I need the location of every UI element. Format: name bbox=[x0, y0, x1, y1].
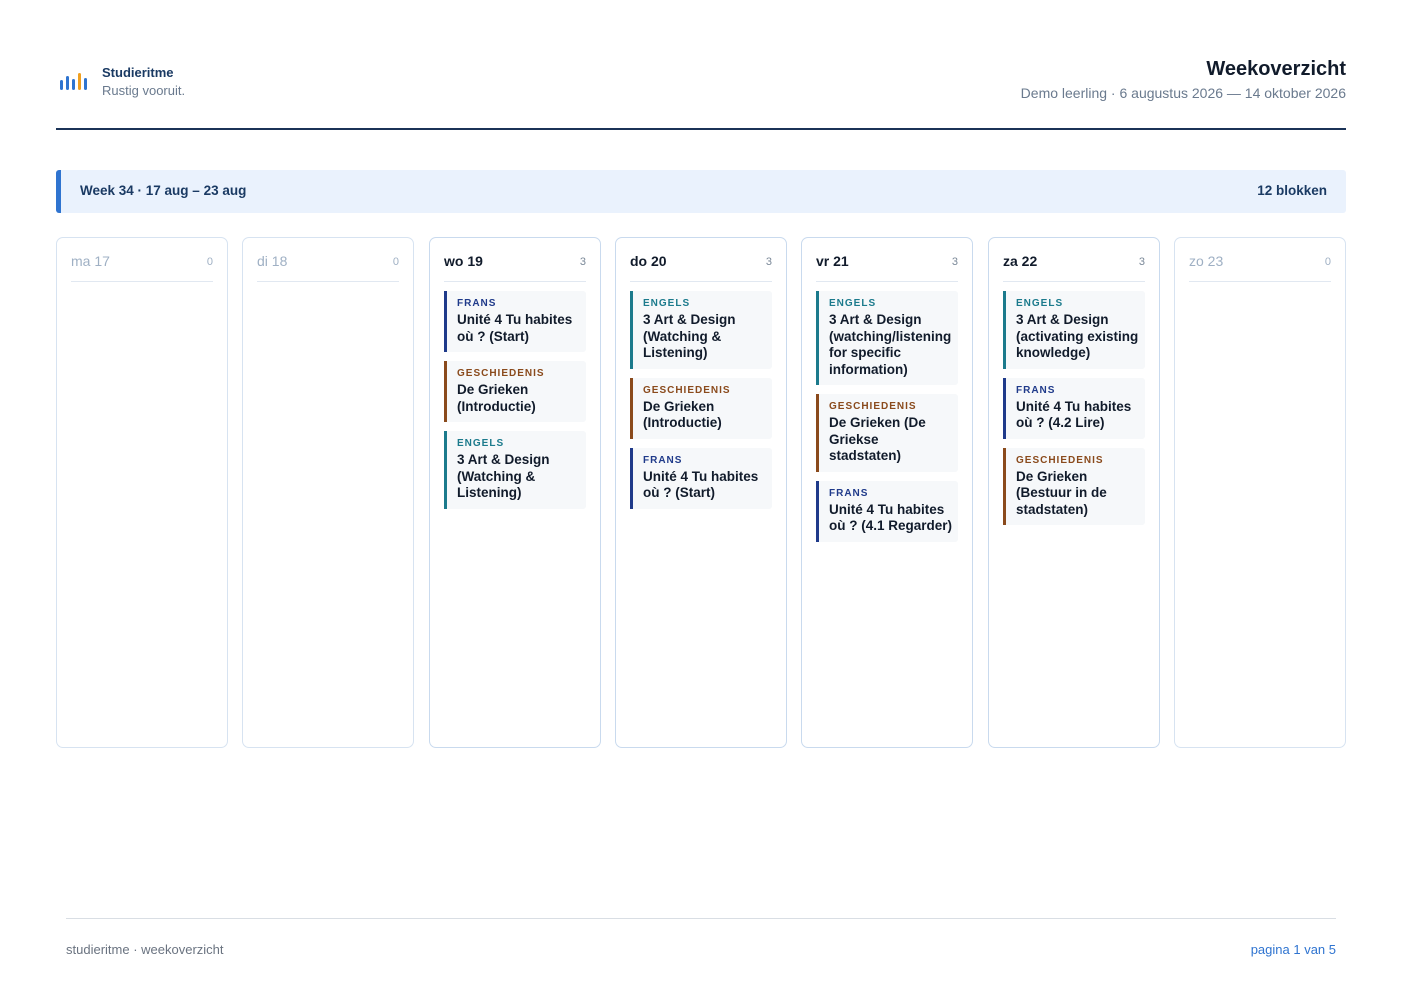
study-block: FRANS Unité 4 Tu habites où ? (Start) bbox=[444, 291, 586, 352]
study-block: FRANS Unité 4 Tu habites où ? (4.2 Lire) bbox=[1003, 377, 1145, 439]
study-block: GESCHIEDENIS De Grieken (De Griekse stads… bbox=[816, 394, 958, 472]
day-block-count: 3 bbox=[1138, 256, 1145, 268]
block-subject: FRANS bbox=[1016, 384, 1056, 396]
day-name: zo 23 bbox=[1189, 253, 1224, 269]
day-column: do 20 3 ENGELS 3 Art & Design (Watching & L… bbox=[615, 237, 787, 748]
block-subject: FRANS bbox=[643, 454, 683, 466]
day-header: zo 23 0 bbox=[1189, 238, 1331, 282]
block-title: 3 Art & Design (Watching & Listening) bbox=[643, 312, 736, 360]
study-block: ENGELS 3 Art & Design (activating existin… bbox=[1003, 291, 1145, 369]
day-block-count: 3 bbox=[951, 256, 958, 268]
day-column: ma 17 0 bbox=[56, 237, 228, 748]
page-header: Studieritme Rustig vooruit. Weekoverzich… bbox=[56, 56, 1346, 130]
block-title: Unité 4 Tu habites où ? (4.2 Lire) bbox=[1016, 398, 1132, 431]
block-subject: ENGELS bbox=[1016, 298, 1064, 309]
block-title: De Grieken (Introductie) bbox=[457, 382, 536, 414]
study-block: FRANS Unité 4 Tu habites où ? (Start) bbox=[630, 447, 772, 509]
block-title: 3 Art & Design (watching/listening for s… bbox=[829, 312, 952, 377]
study-block: GESCHIEDENIS De Grieken (Bestuur in de st… bbox=[1003, 447, 1145, 525]
day-name: ma 17 bbox=[71, 253, 110, 269]
day-column: wo 19 3 FRANS Unité 4 Tu habites où ? (Star… bbox=[429, 237, 601, 748]
page-subtitle: Demo leerling · 6 augustus 2026 — 14 okt… bbox=[1020, 85, 1346, 101]
page-footer: studieritme · weekoverzicht pagina 1 van… bbox=[66, 918, 1336, 957]
study-block: FRANS Unité 4 Tu habites où ? (4.1 Regard… bbox=[816, 480, 958, 542]
day-name: vr 21 bbox=[816, 253, 849, 269]
block-title: De Grieken (De Griekse stadstaten) bbox=[829, 415, 926, 463]
day-header: za 22 3 bbox=[1003, 238, 1145, 282]
day-blocks: ENGELS 3 Art & Design (Watching & Listeni… bbox=[630, 291, 772, 518]
block-title: Unité 4 Tu habites où ? (4.1 Regarder) bbox=[829, 501, 953, 534]
block-subject: ENGELS bbox=[829, 298, 877, 309]
day-name: za 22 bbox=[1003, 253, 1038, 269]
day-column: vr 21 3 ENGELS 3 Art & Design (watching/lis… bbox=[801, 237, 973, 748]
study-block: GESCHIEDENIS De Grieken (Introductie) bbox=[630, 377, 772, 439]
brand-tagline: Rustig vooruit. bbox=[102, 83, 186, 98]
block-subject: FRANS bbox=[457, 298, 497, 309]
block-subject: ENGELS bbox=[643, 298, 691, 309]
block-title: De Grieken (Bestuur in de stadstaten) bbox=[1016, 468, 1107, 517]
block-subject: GESCHIEDENIS bbox=[457, 368, 545, 379]
day-header: do 20 3 bbox=[630, 238, 772, 282]
day-column: di 18 0 bbox=[242, 237, 414, 748]
day-header: wo 19 3 bbox=[444, 238, 586, 282]
study-block: GESCHIEDENIS De Grieken (Introductie) bbox=[444, 361, 586, 422]
block-subject: ENGELS bbox=[457, 438, 505, 449]
study-block: ENGELS 3 Art & Design (watching/listening… bbox=[816, 291, 958, 385]
day-block-count: 3 bbox=[765, 256, 772, 268]
day-column: zo 23 0 bbox=[1174, 237, 1346, 748]
page-title: Weekoverzicht bbox=[1206, 58, 1346, 80]
block-title: 3 Art & Design (activating existing know… bbox=[1016, 312, 1139, 360]
page-number: pagina 1 van 5 bbox=[1250, 942, 1336, 957]
study-block: ENGELS 3 Art & Design (Watching & Listeni… bbox=[444, 431, 586, 509]
block-title: De Grieken (Introductie) bbox=[643, 398, 722, 431]
day-name: do 20 bbox=[630, 253, 667, 269]
week-label: Week 34 · 17 aug – 23 aug bbox=[80, 183, 247, 198]
week-banner: Week 34 · 17 aug – 23 aug 12 blokken bbox=[56, 170, 1346, 213]
day-name: wo 19 bbox=[444, 253, 483, 269]
week-block-count: 12 blokken bbox=[1257, 183, 1327, 198]
block-subject: FRANS bbox=[829, 487, 869, 499]
day-name: di 18 bbox=[257, 253, 288, 269]
studieritme-logo-icon bbox=[60, 70, 90, 92]
block-title: Unité 4 Tu habites où ? (Start) bbox=[643, 468, 759, 501]
day-blocks: ENGELS 3 Art & Design (activating existin… bbox=[1003, 291, 1145, 534]
day-column: za 22 3 ENGELS 3 Art & Design (activating e… bbox=[988, 237, 1160, 748]
block-subject: GESCHIEDENIS bbox=[829, 401, 917, 412]
day-header: di 18 0 bbox=[257, 238, 399, 282]
document-title-block: Weekoverzicht Demo leerling · 6 augustus… bbox=[1021, 56, 1346, 102]
day-header: vr 21 3 bbox=[816, 238, 958, 282]
week-grid: ma 17 0 di 18 0 wo 19 3 FRANS Unité 4 Tu habite… bbox=[56, 237, 1346, 748]
block-subject: GESCHIEDENIS bbox=[1016, 454, 1104, 466]
day-block-count: 3 bbox=[579, 256, 586, 268]
day-block-count: 0 bbox=[392, 256, 399, 268]
study-block: ENGELS 3 Art & Design (Watching & Listeni… bbox=[630, 291, 772, 369]
day-block-count: 0 bbox=[206, 256, 213, 268]
brand-name: Studieritme bbox=[102, 65, 174, 80]
footer-label: studieritme · weekoverzicht bbox=[66, 942, 224, 957]
block-subject: GESCHIEDENIS bbox=[643, 384, 731, 396]
brand: Studieritme Rustig vooruit. bbox=[60, 64, 185, 101]
block-title: 3 Art & Design (Watching & Listening) bbox=[457, 452, 550, 500]
day-blocks: FRANS Unité 4 Tu habites où ? (Start) GESC… bbox=[444, 291, 586, 518]
day-block-count: 0 bbox=[1324, 256, 1331, 268]
day-blocks: ENGELS 3 Art & Design (watching/listening… bbox=[816, 291, 958, 551]
day-header: ma 17 0 bbox=[71, 238, 213, 282]
block-title: Unité 4 Tu habites où ? (Start) bbox=[457, 312, 573, 344]
